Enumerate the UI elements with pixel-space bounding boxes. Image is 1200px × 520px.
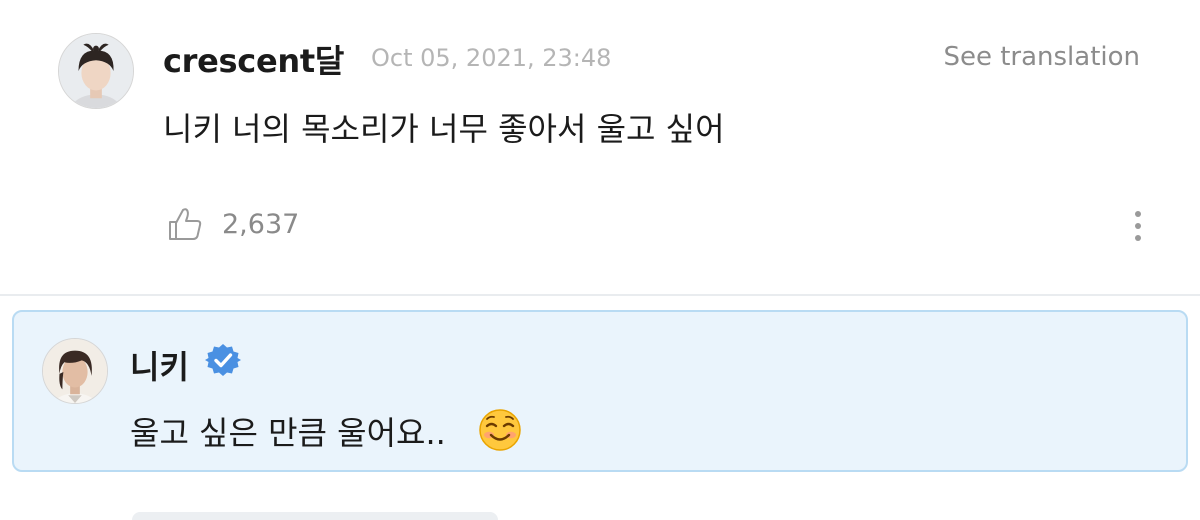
comment-username[interactable]: crescent달	[163, 36, 344, 82]
like-button[interactable]: 2,637	[166, 204, 299, 244]
divider	[0, 294, 1200, 296]
comment-timestamp: Oct 05, 2021, 23:48	[371, 44, 612, 72]
more-vertical-icon	[1135, 211, 1141, 241]
user-avatar[interactable]	[58, 33, 134, 109]
artist-reply: 니키 울고 싶은 만큼 울어요..	[12, 310, 1188, 472]
artist-name[interactable]: 니키	[130, 342, 189, 388]
artist-avatar[interactable]	[42, 338, 108, 404]
comment-body: 니키 너의 목소리가 너무 좋아서 울고 싶어	[163, 110, 725, 148]
comment-thread: crescent달 Oct 05, 2021, 23:48 See transl…	[0, 0, 1200, 520]
smiling-face-emoji	[478, 408, 522, 452]
next-item-placeholder	[132, 512, 498, 520]
more-options-button[interactable]	[1122, 206, 1154, 246]
see-translation-link[interactable]: See translation	[943, 42, 1140, 72]
thumbs-up-icon[interactable]	[166, 205, 204, 243]
comment-card: crescent달 Oct 05, 2021, 23:48 See transl…	[0, 0, 1200, 294]
like-count: 2,637	[222, 208, 300, 240]
verified-badge-icon	[205, 342, 241, 378]
reply-body: 울고 싶은 만큼 울어요..	[130, 414, 446, 452]
